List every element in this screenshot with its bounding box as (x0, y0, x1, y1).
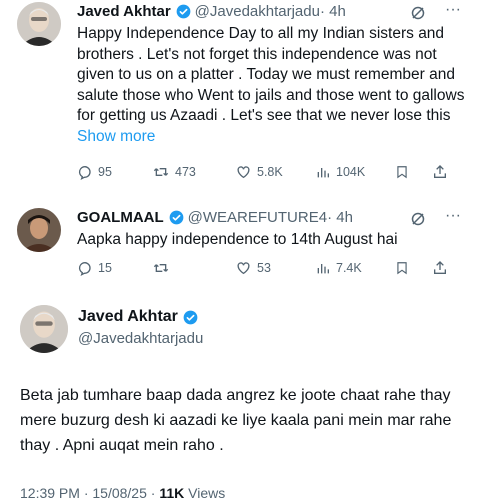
share-button[interactable] (432, 260, 453, 276)
reply-count: 95 (98, 165, 112, 179)
tweet-text: Happy Independence Day to all my Indian … (77, 25, 465, 124)
retweet-button[interactable]: 473 (152, 164, 196, 180)
more-icon[interactable]: ··· (445, 1, 461, 19)
avatar[interactable] (17, 2, 61, 46)
views-button[interactable]: 104K (315, 164, 365, 180)
more-icon[interactable]: ··· (445, 207, 461, 225)
views-button[interactable]: 7.4K (315, 260, 362, 276)
share-button[interactable] (432, 164, 453, 180)
avatar[interactable] (17, 208, 61, 252)
bookmark-button[interactable] (395, 260, 414, 276)
views-icon (317, 264, 329, 274)
verified-icon (183, 310, 198, 324)
reply-icon (78, 261, 91, 276)
tweet-time[interactable]: · 4h (320, 3, 346, 20)
views-label: Views (184, 485, 226, 501)
grok-icon[interactable] (410, 211, 426, 227)
views-count: 11K (159, 485, 185, 501)
tweet-time[interactable]: · 4h (327, 209, 353, 226)
author-handle[interactable]: @Javedakhtarjadu (78, 330, 203, 347)
views-count: 7.4K (336, 261, 362, 275)
grok-icon[interactable] (410, 5, 426, 21)
share-icon (434, 261, 446, 274)
reply-button[interactable]: 95 (77, 164, 112, 180)
avatar[interactable] (20, 305, 68, 353)
bookmark-button[interactable] (395, 164, 414, 180)
author-handle[interactable]: @Javedakhtarjadu (195, 3, 320, 20)
tweet-text: Aapka happy independence to 14th August … (77, 231, 398, 248)
bookmark-icon (397, 262, 407, 275)
tweet-timestamp[interactable]: 12:39 PM · 15/08/25 · (20, 485, 159, 501)
retweet-button[interactable] (152, 260, 175, 276)
like-count: 53 (257, 261, 271, 275)
retweet-icon (153, 264, 169, 272)
like-icon (237, 262, 250, 275)
views-count: 104K (336, 165, 366, 179)
like-button[interactable]: 53 (235, 260, 271, 276)
reply-icon (78, 165, 91, 180)
share-icon (434, 165, 446, 178)
views-icon (317, 168, 329, 178)
tweet-text: Beta jab tumhare baap dada angrez ke joo… (20, 387, 452, 454)
author-name[interactable]: Javed Akhtar (78, 308, 178, 326)
tweet-footer: 12:39 PM · 15/08/25 · 11K Views (20, 485, 225, 501)
reply-button[interactable]: 15 (77, 260, 112, 276)
retweet-count: 473 (175, 165, 196, 179)
like-button[interactable]: 5.8K (235, 164, 283, 180)
retweet-icon (153, 168, 169, 176)
like-icon (237, 166, 250, 179)
author-handle[interactable]: @WEAREFUTURE4 (188, 209, 327, 226)
reply-count: 15 (98, 261, 112, 275)
like-count: 5.8K (257, 165, 283, 179)
author-name[interactable]: Javed Akhtar (77, 3, 171, 20)
bookmark-icon (397, 166, 407, 179)
verified-icon (176, 4, 191, 19)
author-name[interactable]: GOALMAAL (77, 209, 164, 226)
verified-icon (169, 210, 184, 225)
show-more-link[interactable]: Show more (77, 128, 155, 145)
